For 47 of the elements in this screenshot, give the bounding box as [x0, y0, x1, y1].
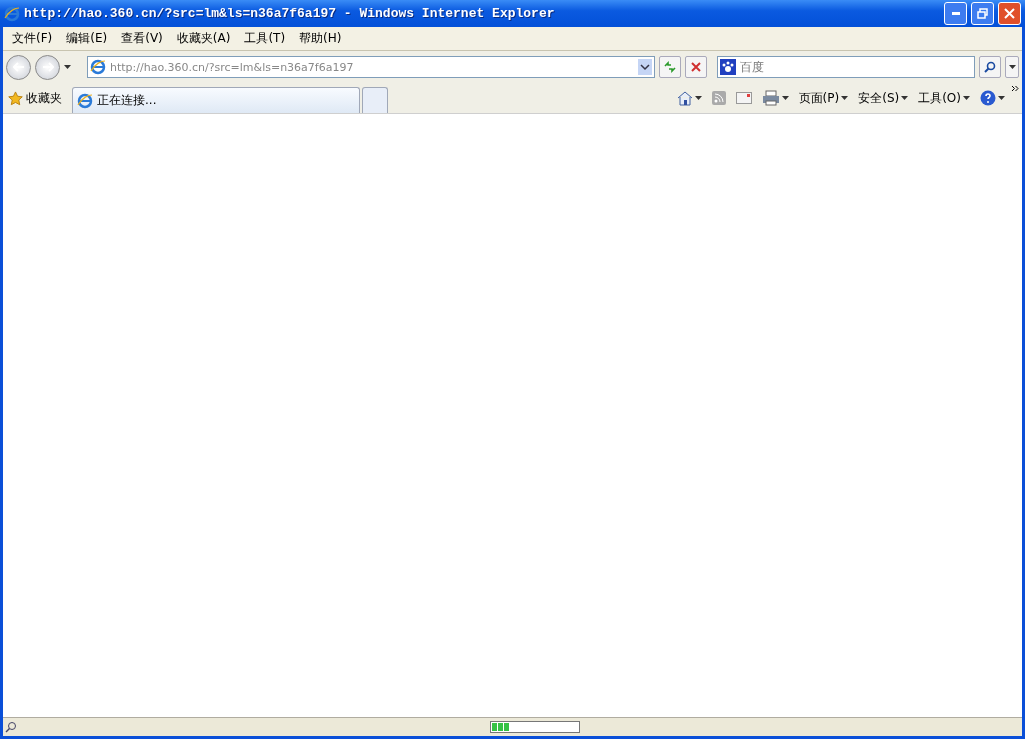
- paw-icon: [720, 59, 736, 75]
- restore-button[interactable]: [971, 2, 994, 25]
- right-arrow-icon: [41, 62, 54, 72]
- command-menu[interactable]: 安全(S): [854, 89, 913, 107]
- left-arrow-icon: [12, 62, 25, 72]
- star-icon: [8, 90, 23, 106]
- minimize-button[interactable]: [944, 2, 967, 25]
- menu-item[interactable]: 文件(F): [7, 28, 58, 49]
- command-menu[interactable]: 页面(P): [794, 89, 853, 107]
- command-menu[interactable]: 工具(O): [914, 89, 974, 107]
- e-logo-icon: [77, 92, 93, 109]
- caret-icon[interactable]: [64, 65, 71, 69]
- search-button[interactable]: [979, 56, 1001, 78]
- close-button[interactable]: [998, 2, 1021, 25]
- caret-icon[interactable]: [901, 96, 909, 100]
- chevron-icon[interactable]: [1011, 85, 1019, 93]
- caret-icon[interactable]: [963, 96, 970, 100]
- back-button[interactable]: [6, 54, 31, 80]
- address-field[interactable]: http://hao.360.cn/?src=lm&ls=n36a7f6a197: [87, 56, 655, 78]
- menu-item[interactable]: 编辑(E): [61, 28, 113, 49]
- search-icon: [984, 61, 996, 73]
- stop-button[interactable]: [685, 56, 707, 78]
- refresh-button[interactable]: [659, 56, 681, 78]
- menu-item[interactable]: 帮助(H): [294, 28, 347, 49]
- menu-item[interactable]: 查看(V): [116, 28, 168, 49]
- search-box[interactable]: 百度: [717, 56, 975, 78]
- caret-icon[interactable]: [998, 96, 1005, 100]
- minimize-icon: [951, 12, 960, 15]
- e-logo-icon: [4, 5, 20, 22]
- search-options-button[interactable]: [1005, 56, 1019, 78]
- close-icon: [1004, 8, 1015, 19]
- refresh-icon: [664, 61, 676, 73]
- search-field[interactable]: 百度: [740, 60, 972, 74]
- stop-icon: [691, 62, 701, 72]
- menu-item[interactable]: 工具(T): [239, 28, 291, 49]
- favorites-button[interactable]: 收藏夹: [6, 85, 70, 111]
- browser-tab[interactable]: 正在连接...: [72, 87, 360, 113]
- caret-icon[interactable]: [1008, 65, 1016, 69]
- caret-icon[interactable]: [781, 96, 789, 100]
- e-logo-icon: [90, 59, 106, 75]
- search-icon: [5, 721, 17, 733]
- menu-item[interactable]: 收藏夹(A): [171, 28, 236, 49]
- caret-icon[interactable]: [694, 96, 702, 100]
- restore-icon: [977, 8, 988, 19]
- caret-icon[interactable]: [841, 96, 849, 100]
- dropdown-icon[interactable]: [638, 59, 652, 75]
- window-title: http://hao.360.cn/?src=lm&ls=n36a7f6a197 - Windows Internet Explorer: [24, 6, 556, 21]
